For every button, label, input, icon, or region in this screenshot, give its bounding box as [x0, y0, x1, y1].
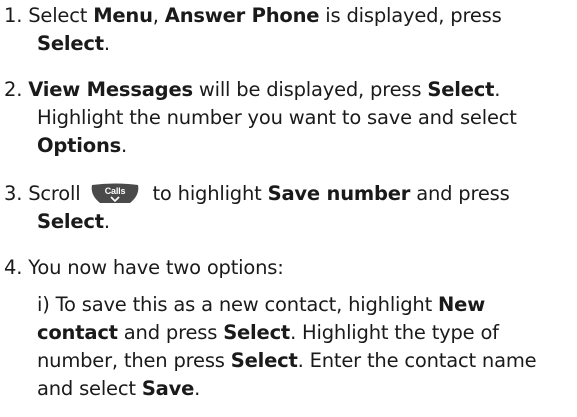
text-run: Highlight the number you want to save an…: [37, 106, 517, 129]
text-run: and press: [117, 321, 224, 344]
bold-text-run: Select: [230, 349, 298, 372]
calls-key-label: Calls: [105, 186, 126, 196]
text-run: will be displayed, press: [192, 78, 428, 101]
text-run: .: [494, 78, 501, 101]
step-3-line-1: 3. Scroll Calls to highlight Save number…: [4, 180, 564, 208]
step-number: 3.: [4, 182, 23, 205]
calls-key-icon: Calls: [90, 183, 140, 205]
step-1-line-1: 1. Select Menu, Answer Phone is displaye…: [4, 2, 564, 30]
text-run: and press: [410, 182, 510, 205]
step-2-line-3: Options.: [4, 132, 564, 160]
step-4-sub-line-1: i) To save this as a new contact, highli…: [4, 291, 564, 319]
text-run: .: [103, 210, 110, 233]
step-4-sub-line-3: number, then press Select. Enter the con…: [4, 347, 564, 375]
step-4-line-1: 4. You now have two options:: [4, 254, 564, 282]
bold-text-run: Menu: [93, 4, 153, 27]
bold-text-run: New: [438, 293, 486, 316]
text-run: .: [194, 377, 201, 400]
bold-text-run: Save number: [267, 182, 411, 205]
text-run: to highlight: [146, 182, 268, 205]
bold-text-run: contact: [37, 321, 118, 344]
step-number: 4.: [4, 256, 23, 279]
bold-text-run: Answer Phone: [164, 4, 320, 27]
step-3-line-2: Select.: [4, 208, 564, 236]
bold-text-run: Select: [37, 32, 104, 55]
text-run: .: [121, 134, 128, 157]
step-4-sub-line-4: and select Save.: [4, 375, 564, 403]
step-1-line-2: Select.: [4, 30, 564, 58]
text-run: .: [103, 32, 110, 55]
step-number: 2.: [4, 78, 23, 101]
bold-text-run: View Messages: [28, 78, 193, 101]
step-2-line-1: 2. View Messages will be displayed, pres…: [4, 76, 564, 104]
step-1: 1. Select Menu, Answer Phone is displaye…: [4, 2, 564, 58]
step-number: 1.: [4, 4, 23, 27]
bold-text-run: Select: [223, 321, 291, 344]
text-run: Select: [28, 4, 94, 27]
step-4: 4. You now have two options: i) To save …: [4, 254, 564, 403]
step-2-line-2: Highlight the number you want to save an…: [4, 104, 564, 132]
text-run: number, then press: [37, 349, 231, 372]
text-run: and select: [37, 377, 142, 400]
bold-text-run: Select: [37, 210, 104, 233]
step-2: 2. View Messages will be displayed, pres…: [4, 76, 564, 160]
text-run: . Highlight the type of: [290, 321, 499, 344]
instruction-document: 1. Select Menu, Answer Phone is displaye…: [0, 0, 577, 417]
step-4-sub-line-2: contact and press Select. Highlight the …: [4, 319, 564, 347]
bold-text-run: Options: [37, 134, 122, 157]
text-run: ,: [152, 4, 165, 27]
text-run: is displayed, press: [319, 4, 502, 27]
text-run: i) To save this as a new contact, highli…: [37, 293, 439, 316]
text-run: You now have two options:: [28, 256, 284, 279]
bold-text-run: Select: [427, 78, 495, 101]
text-run: . Enter the contact name: [297, 349, 537, 372]
text-run: Scroll: [28, 182, 87, 205]
bold-text-run: Save: [141, 377, 195, 400]
step-3: 3. Scroll Calls to highlight Save number…: [4, 180, 564, 236]
